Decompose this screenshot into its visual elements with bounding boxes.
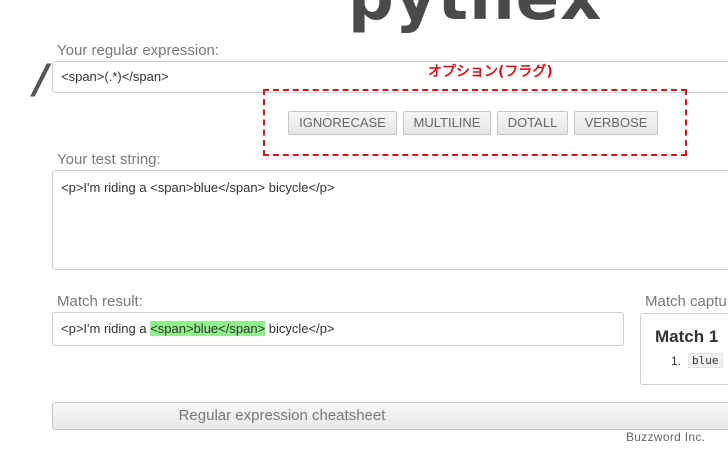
match-highlight: <span>blue</span> xyxy=(150,321,266,336)
flag-multiline-button[interactable]: MULTILINE xyxy=(403,111,491,135)
match-result-box: <p>I'm riding a <span>blue</span> bicycl… xyxy=(52,312,624,346)
match-captures-title: Match 1 xyxy=(655,327,719,346)
test-string-label: Your test string: xyxy=(57,151,161,168)
regex-delimiter: / xyxy=(34,57,49,103)
match-captures-panel: Match 1 1. blue xyxy=(640,313,728,385)
regex-label: Your regular expression: xyxy=(57,42,220,59)
credit-text: Buzzword Inc. xyxy=(626,430,706,444)
match-captures-label: Match captu xyxy=(645,293,727,310)
flag-verbose-button[interactable]: VERBOSE xyxy=(574,111,658,135)
capture-item-value: blue xyxy=(688,353,723,368)
test-string-text: <p>I'm riding a <span>blue</span> bicycl… xyxy=(61,180,335,195)
match-text-before: <p>I'm riding a xyxy=(61,321,151,336)
flag-dotall-button[interactable]: DOTALL xyxy=(497,111,568,135)
app-logo: pythex xyxy=(348,0,602,30)
flag-ignorecase-button[interactable]: IGNORECASE xyxy=(288,111,397,135)
match-result-label: Match result: xyxy=(57,293,143,310)
cheatsheet-button[interactable]: Regular expression cheatsheet xyxy=(52,402,728,430)
match-text-after: bicycle</p> xyxy=(265,321,335,336)
test-string-textarea[interactable]: <p>I'm riding a <span>blue</span> bicycl… xyxy=(52,170,728,270)
capture-item-number: 1. xyxy=(671,354,682,368)
flags-annotation-label: オプション(フラグ) xyxy=(428,64,553,80)
